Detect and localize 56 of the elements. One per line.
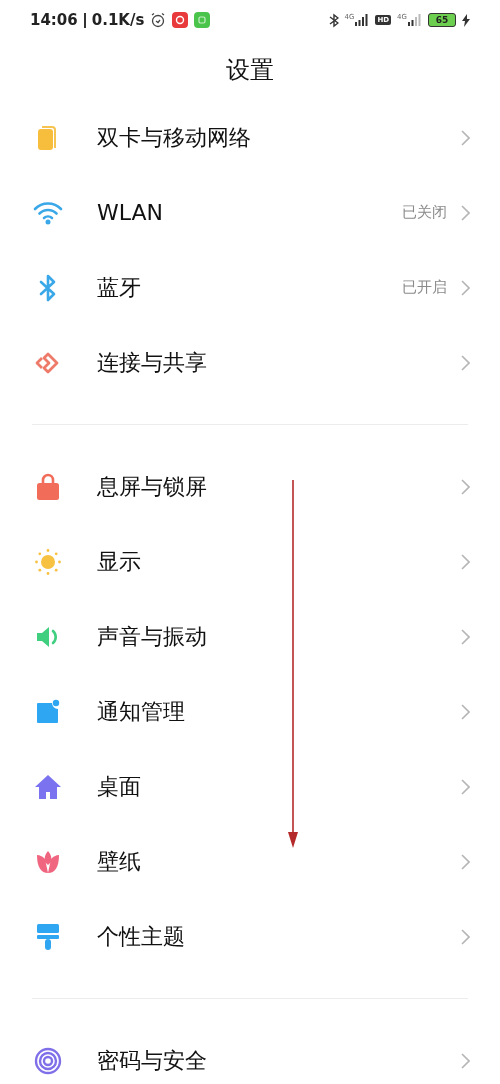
signal-icon [355, 14, 370, 26]
chevron-right-icon [461, 928, 470, 945]
fingerprint-icon [34, 1046, 62, 1075]
chevron-right-icon [461, 279, 470, 296]
app-notification-icon [172, 12, 189, 28]
settings-label: 个性主题 [97, 922, 186, 951]
settings-label: WLAN [97, 200, 165, 225]
settings-label: 通知管理 [97, 697, 186, 726]
settings-item[interactable]: 连接与共享 [0, 325, 500, 400]
chevron-right-icon [461, 778, 470, 795]
bluetooth-icon [328, 12, 339, 28]
settings-label: 蓝牙 [97, 273, 142, 302]
lock-icon [36, 472, 60, 501]
network-speed: 0.1K/s [91, 11, 145, 29]
app-notification-icon [194, 12, 211, 28]
chevron-right-icon [461, 1052, 470, 1069]
settings-label: 密码与安全 [97, 1046, 208, 1075]
settings-item[interactable]: WLAN 已关闭 [0, 175, 500, 250]
chevron-right-icon [461, 628, 470, 645]
chevron-right-icon [461, 853, 470, 870]
charging-icon [462, 13, 470, 27]
settings-label: 桌面 [97, 772, 142, 801]
settings-item[interactable]: 桌面 [0, 749, 500, 824]
alarm-clock-icon [150, 12, 167, 28]
settings-item[interactable]: 显示 [0, 524, 500, 599]
chevron-right-icon [461, 703, 470, 720]
page-title: 设置 [225, 55, 275, 86]
chevron-right-icon [461, 553, 470, 570]
paint-brush-icon [36, 922, 60, 951]
settings-item[interactable]: 通知管理 [0, 674, 500, 749]
settings-item[interactable]: 蓝牙 已开启 [0, 250, 500, 325]
battery-level: 65 [428, 13, 456, 27]
settings-label: 显示 [97, 547, 142, 576]
status-value: 已关闭 [402, 203, 447, 222]
clock-time: 14:06 [30, 11, 78, 29]
status-value: 已开启 [402, 278, 447, 297]
settings-item[interactable]: 密码与安全 [0, 1023, 500, 1084]
settings-item[interactable]: 息屏与锁屏 [0, 449, 500, 524]
settings-item[interactable]: 壁纸 [0, 824, 500, 899]
chevron-right-icon [461, 354, 470, 371]
settings-label: 声音与振动 [97, 622, 208, 651]
settings-label: 连接与共享 [97, 348, 208, 377]
notification-icon [35, 698, 61, 725]
house-icon [34, 773, 62, 800]
sun-icon [34, 547, 62, 576]
settings-item[interactable]: 个性主题 [0, 899, 500, 974]
wifi-icon [33, 200, 63, 225]
settings-label: 息屏与锁屏 [97, 472, 208, 501]
settings-label: 壁纸 [97, 847, 142, 876]
chevron-right-icon [461, 129, 470, 146]
chevron-right-icon [461, 204, 470, 221]
settings-item[interactable]: 双卡与移动网络 [0, 100, 500, 175]
chevron-right-icon [461, 478, 470, 495]
signal-icon [408, 14, 422, 26]
settings-label: 双卡与移动网络 [97, 123, 252, 152]
settings-item[interactable]: 声音与振动 [0, 599, 500, 674]
